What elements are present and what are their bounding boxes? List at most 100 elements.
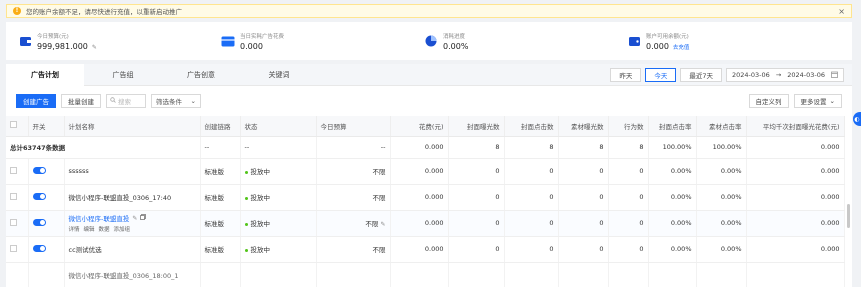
row-material-impressions: 0 (558, 184, 609, 211)
stat-progress: 消耗进度 0.00% (424, 32, 627, 51)
row-toggle[interactable] (32, 166, 46, 174)
row-plan-name[interactable]: 微信小程序-联盟直投_0306_17:40 (64, 184, 201, 211)
row-switch-cell (28, 236, 65, 263)
table-row: 微信小程序-联盟直投 ✎ 详情 编辑 数据 添加组 标准版 投放中 不限 ✎ 0… (6, 210, 845, 237)
row-material-impressions: 0 (558, 236, 609, 263)
search-placeholder: 搜索 (118, 98, 131, 106)
row-cover-clicks: 0 (504, 210, 559, 237)
row-cover-ctr: 0.00% (648, 158, 697, 185)
row-material-impressions: 0 (558, 210, 609, 237)
row-plan-name[interactable]: 微信小程序-联盟直投_0306_18:00_1 (64, 262, 201, 287)
edit-icon[interactable]: ✎ (92, 44, 97, 51)
col-cover-ctr[interactable]: 封面点击率 (648, 116, 697, 137)
row-cost: 0.000 (390, 158, 449, 185)
col-avg-cpm[interactable]: 平均千次封面曝光花费(元) (746, 116, 845, 137)
row-plan-name[interactable]: ssssss (64, 158, 201, 185)
edit-icon[interactable]: ✎ (380, 221, 385, 228)
custom-columns-button[interactable]: 自定义列 (748, 94, 789, 108)
row-plan-name[interactable]: cc测试优选 (64, 236, 201, 263)
table-row: cc测试优选 标准版 投放中 不限 0.000 0 0 0 0 0.00% 0.… (6, 236, 845, 263)
row-budget: 不限 (316, 236, 391, 263)
search-input[interactable]: 搜索 (106, 94, 146, 108)
recharge-link[interactable]: 去充值 (673, 43, 690, 51)
row-actions: 0 (608, 158, 649, 185)
select-all-checkbox[interactable] (10, 121, 17, 129)
row-select[interactable] (6, 236, 29, 263)
data-link[interactable]: 数据 (99, 225, 110, 233)
table-scrollbar[interactable] (847, 204, 850, 228)
date-controls: 昨天 今天 最近7天 2024-03-06 → 2024-03-06 (610, 68, 844, 82)
row-select[interactable] (6, 262, 29, 287)
more-settings-button[interactable]: 更多设置 ⌄ (793, 94, 842, 108)
table-toolbar: 创建广告 批量创建 搜索 筛选条件 ⌄ 自定义列 更多设置 ⌄ (6, 92, 852, 110)
stat-label: 账户可用余额(元) (646, 33, 689, 40)
col-budget: 今日预算 (316, 116, 391, 137)
total-actions: 8 (608, 136, 649, 159)
create-ad-button[interactable]: 创建广告 (16, 94, 56, 108)
stat-label: 消耗进度 (443, 33, 466, 40)
col-cover-clicks[interactable]: 封面点击数 (504, 116, 559, 137)
col-actions[interactable]: 行为数 (608, 116, 649, 137)
row-checkbox[interactable] (10, 192, 17, 200)
today-button[interactable]: 今天 (645, 68, 677, 82)
col-cover-impressions[interactable]: 封面曝光数 (448, 116, 505, 137)
tab-ad-groups[interactable]: 广告组 (84, 64, 162, 86)
edit-link[interactable]: 编辑 (84, 225, 95, 233)
row-budget: 不限 (316, 158, 391, 185)
row-select[interactable] (6, 158, 29, 185)
col-plan-name: 计划名称 (64, 116, 201, 137)
warning-icon: ! (13, 7, 21, 15)
detail-link[interactable]: 详情 (69, 225, 80, 233)
row-checkbox[interactable] (10, 166, 17, 174)
wallet-icon (18, 34, 32, 48)
row-plan-name[interactable]: 微信小程序-联盟直投 (69, 213, 130, 223)
row-material-ctr: 0.00% (696, 158, 747, 185)
stat-balance: 账户可用余额(元) 0.000 去充值 (627, 32, 830, 51)
row-cost: 0.000 (390, 184, 449, 211)
col-status: 状态 (240, 116, 317, 137)
filter-select[interactable]: 筛选条件 ⌄ (151, 94, 201, 108)
select-all-header[interactable] (6, 116, 29, 137)
row-create-link: 标准版 (200, 236, 241, 263)
col-cost[interactable]: 花费(元) (390, 116, 449, 137)
row-checkbox[interactable] (10, 244, 17, 252)
stat-label: 今日预算(元) (37, 33, 69, 40)
row-material-impressions: 0 (558, 158, 609, 185)
stat-value: 0.00% (443, 41, 469, 51)
status-dot-icon (244, 196, 248, 200)
row-toggle[interactable] (32, 192, 46, 200)
yesterday-button[interactable]: 昨天 (610, 68, 642, 82)
row-switch-cell (28, 184, 65, 211)
col-material-impressions[interactable]: 素材曝光数 (558, 116, 609, 137)
date-range-picker[interactable]: 2024-03-06 → 2024-03-06 (726, 68, 844, 82)
edit-icon[interactable]: ✎ (132, 215, 137, 222)
last-7-days-button[interactable]: 最近7天 (680, 68, 722, 82)
chevron-down-icon: ⌄ (190, 97, 196, 105)
total-cover-impressions: 8 (448, 136, 505, 159)
col-material-ctr[interactable]: 素材点击率 (696, 116, 747, 137)
row-checkbox[interactable] (10, 218, 17, 226)
row-toggle[interactable] (32, 244, 46, 252)
side-float-button[interactable]: ◐ (853, 112, 861, 126)
add-group-link[interactable]: 添加组 (114, 225, 131, 233)
batch-create-button[interactable]: 批量创建 (61, 94, 101, 108)
close-icon[interactable]: × (838, 7, 845, 16)
tab-campaigns[interactable]: 广告计划 (6, 64, 84, 86)
row-plan-name-cell: 微信小程序-联盟直投 ✎ 详情 编辑 数据 添加组 (64, 210, 201, 237)
stat-today-budget: 今日预算(元) 999,981.000 ✎ (18, 32, 221, 51)
row-cost: 0.000 (390, 210, 449, 237)
total-material-ctr: 100.00% (696, 136, 747, 159)
col-create-link: 创建链路 (200, 116, 241, 137)
status-dot-icon (244, 170, 248, 174)
row-status-label: 投放中 (250, 194, 271, 202)
tab-creatives[interactable]: 广告创意 (162, 64, 240, 86)
row-select[interactable] (6, 184, 29, 211)
total-row: 总计63747条数据 -- -- -- 0.000 8 8 8 8 100.00… (6, 136, 845, 159)
row-toggle[interactable] (32, 218, 46, 226)
copy-icon[interactable] (140, 214, 147, 222)
tab-keywords[interactable]: 关键词 (240, 64, 318, 86)
date-end: 2024-03-06 (787, 71, 825, 79)
row-select[interactable] (6, 210, 29, 237)
status-dot-icon (244, 248, 248, 252)
stats-bar: 今日预算(元) 999,981.000 ✎ 当日实耗广告花费 0.000 消耗进度… (6, 22, 852, 60)
